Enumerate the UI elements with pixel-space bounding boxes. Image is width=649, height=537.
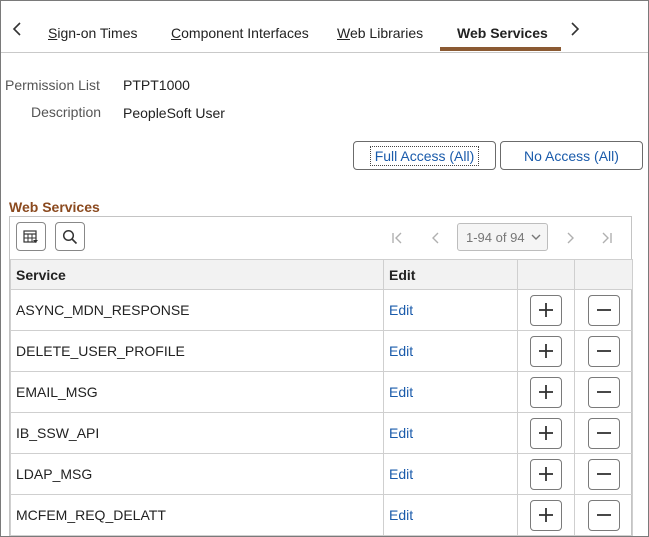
plus-icon	[539, 385, 553, 399]
tab-sign-on-times[interactable]: Sign-on Times	[48, 25, 138, 41]
last-page-icon	[602, 232, 612, 244]
tab-web-services[interactable]: Web Services	[457, 25, 548, 41]
minus-icon	[596, 432, 611, 434]
delete-row-cell	[574, 453, 633, 495]
chevron-right-icon	[567, 232, 574, 244]
table-row: EMAIL_MSG Edit	[10, 371, 633, 413]
table-row: LDAP_MSG Edit	[10, 453, 633, 495]
plus-icon	[539, 508, 553, 522]
chevron-right-icon	[571, 22, 580, 36]
minus-icon	[596, 350, 611, 352]
minus-icon	[596, 309, 611, 311]
permission-list-label: Permission List	[5, 77, 100, 93]
previous-page-button[interactable]	[429, 230, 443, 246]
column-header-delete	[574, 259, 633, 290]
chevron-left-icon	[432, 232, 439, 244]
add-row-button[interactable]	[530, 458, 562, 490]
edit-link[interactable]: Edit	[383, 371, 518, 413]
service-name: ASYNC_MDN_RESPONSE	[10, 289, 384, 331]
add-row-cell	[517, 371, 575, 413]
add-row-button[interactable]	[530, 499, 562, 531]
tab-web-libraries[interactable]: Web Libraries	[337, 25, 423, 41]
next-page-button[interactable]	[563, 230, 577, 246]
search-icon	[62, 229, 78, 244]
edit-link[interactable]: Edit	[383, 453, 518, 495]
table-row: ASYNC_MDN_RESPONSE Edit	[10, 289, 633, 331]
web-services-table: Service Edit ASYNC_MDN_RESPONSE Edit DELET…	[10, 259, 633, 536]
edit-link[interactable]: Edit	[383, 412, 518, 454]
grid-settings-icon	[23, 229, 38, 243]
add-row-button[interactable]	[530, 294, 562, 326]
first-page-button[interactable]	[391, 230, 405, 246]
service-name: MCFEM_REQ_DELATT	[10, 494, 384, 536]
last-page-button[interactable]	[599, 230, 613, 246]
table-row: DELETE_USER_PROFILE Edit	[10, 330, 633, 372]
web-services-grid: 1-94 of 94 Service Edit ASYNC_MDN_RESPON…	[9, 216, 633, 536]
app-window: Sign-on Times Component Interfaces Web L…	[0, 0, 649, 537]
full-access-all-button[interactable]: Full Access (All)	[353, 141, 496, 170]
service-name: DELETE_USER_PROFILE	[10, 330, 384, 372]
delete-row-cell	[574, 289, 633, 331]
plus-icon	[539, 426, 553, 440]
table-row: IB_SSW_API Edit	[10, 412, 633, 454]
grid-search-button[interactable]	[55, 222, 85, 251]
column-header-add	[517, 259, 575, 290]
table-header-row: Service Edit	[10, 259, 633, 290]
active-tab-indicator	[440, 47, 561, 51]
description-label: Description	[31, 104, 102, 120]
delete-row-cell	[574, 330, 633, 372]
service-name: IB_SSW_API	[10, 412, 384, 454]
tab-component-interfaces[interactable]: Component Interfaces	[171, 25, 309, 41]
permission-list-value: PTPT1000	[123, 77, 190, 93]
add-row-cell	[517, 330, 575, 372]
delete-row-cell	[574, 371, 633, 413]
tab-scroll-right-button[interactable]	[567, 21, 581, 37]
column-header-service: Service	[10, 259, 384, 290]
service-name: EMAIL_MSG	[10, 371, 384, 413]
chevron-down-icon	[531, 234, 541, 240]
plus-icon	[539, 303, 553, 317]
chevron-left-icon	[12, 22, 21, 36]
delete-row-button[interactable]	[587, 499, 620, 531]
plus-icon	[539, 467, 553, 481]
delete-row-button[interactable]	[587, 335, 620, 367]
add-row-button[interactable]	[530, 417, 562, 449]
delete-row-button[interactable]	[587, 294, 620, 326]
add-row-button[interactable]	[530, 376, 562, 408]
grid-toolbar: 1-94 of 94	[10, 217, 631, 259]
minus-icon	[596, 391, 611, 393]
edit-link[interactable]: Edit	[383, 289, 518, 331]
table-row: MCFEM_REQ_DELATT Edit	[10, 494, 633, 536]
delete-row-button[interactable]	[587, 376, 620, 408]
minus-icon	[596, 514, 611, 516]
add-row-button[interactable]	[530, 335, 562, 367]
delete-row-cell	[574, 494, 633, 536]
description-value: PeopleSoft User	[123, 105, 225, 121]
tab-bar: Sign-on Times Component Interfaces Web L…	[1, 1, 648, 53]
web-services-section-title: Web Services	[9, 199, 100, 215]
add-row-cell	[517, 412, 575, 454]
edit-link[interactable]: Edit	[383, 494, 518, 536]
minus-icon	[596, 473, 611, 475]
tab-scroll-left-button[interactable]	[11, 21, 25, 37]
personalize-grid-button[interactable]	[16, 222, 46, 251]
add-row-cell	[517, 494, 575, 536]
first-page-icon	[392, 232, 402, 244]
plus-icon	[539, 344, 553, 358]
row-range-select[interactable]: 1-94 of 94	[457, 223, 548, 251]
delete-row-button[interactable]	[587, 417, 620, 449]
edit-link[interactable]: Edit	[383, 330, 518, 372]
add-row-cell	[517, 289, 575, 331]
no-access-all-button[interactable]: No Access (All)	[500, 141, 643, 170]
delete-row-cell	[574, 412, 633, 454]
column-header-edit: Edit	[383, 259, 518, 290]
add-row-cell	[517, 453, 575, 495]
service-name: LDAP_MSG	[10, 453, 384, 495]
delete-row-button[interactable]	[587, 458, 620, 490]
